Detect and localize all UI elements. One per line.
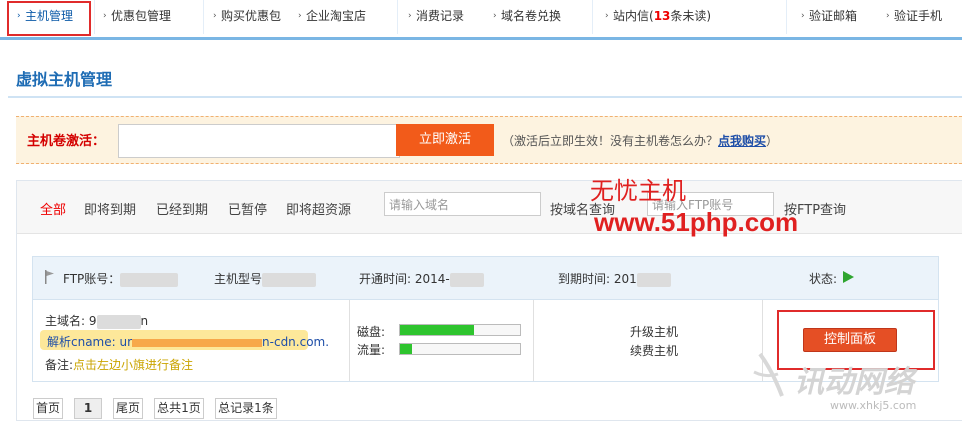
- watermark-url: www.51php.com: [594, 207, 799, 237]
- chevron-right-icon: ›: [298, 11, 302, 21]
- pager-last[interactable]: 尾页: [113, 398, 143, 419]
- cname-record: 解析cname: ur n-cdn.com.: [47, 335, 330, 349]
- watermark-title: 无忧主机: [590, 177, 686, 205]
- filter-expired[interactable]: 已经到期: [156, 199, 208, 218]
- chevron-right-icon: ›: [408, 11, 412, 21]
- traffic-usage-fill: [400, 344, 412, 354]
- tab-buy-coupon[interactable]: › 购买优惠包: [211, 3, 281, 30]
- buy-link[interactable]: 点我购买: [718, 134, 766, 148]
- activation-note: （激活后立即生效！没有主机卷怎么办？点我购买）: [502, 134, 779, 148]
- tab-consumption-records[interactable]: › 消费记录: [406, 3, 464, 30]
- tab-divider: [94, 0, 95, 34]
- activation-code-input[interactable]: [118, 124, 400, 158]
- chevron-right-icon: ›: [213, 11, 217, 21]
- chevron-right-icon: ›: [886, 11, 890, 21]
- disk-label: 磁盘:: [357, 325, 386, 339]
- tab-enterprise-store[interactable]: › 企业淘宝店: [296, 3, 366, 30]
- expire-date: 到期时间: 201: [558, 270, 671, 287]
- traffic-label: 流量:: [357, 343, 386, 357]
- status-label: 状态:: [809, 272, 838, 286]
- tab-divider: [397, 0, 398, 34]
- activation-label: 主机卷激活：: [27, 134, 106, 149]
- upgrade-host-link[interactable]: 升级主机: [630, 323, 678, 340]
- chevron-right-icon: ›: [605, 11, 609, 21]
- primary-domain: 主域名: 9n: [45, 314, 149, 329]
- tab-coupon-management[interactable]: › 优惠包管理: [101, 3, 171, 30]
- redacted-ftp: [120, 272, 179, 287]
- remark: 备注:点击左边小旗进行备注: [45, 358, 194, 372]
- host-card-header: FTP账号： 主机型号 开通时间: 2014- 到期时间: 201 状态:: [33, 257, 938, 300]
- column-divider: [533, 300, 534, 381]
- tab-divider: [592, 0, 593, 34]
- traffic-usage-bar: [399, 343, 521, 355]
- redacted-expire-date: [636, 272, 671, 287]
- top-nav: › 主机管理 › 优惠包管理 › 购买优惠包 › 企业淘宝店 › 消费记录 › 域名卷兑换 …: [0, 0, 962, 40]
- pager-total-records: 总记录1条: [215, 398, 277, 419]
- page-title: 虚拟主机管理: [16, 70, 113, 89]
- open-date: 开通时间: 2014-: [359, 270, 484, 287]
- tab-verify-phone[interactable]: › 验证手机: [884, 3, 942, 30]
- pager-total-pages: 总共1页: [154, 398, 204, 419]
- domain-search-input[interactable]: 请输入域名: [384, 192, 541, 216]
- activation-bar: 主机卷激活： 立即激活 （激活后立即生效！没有主机卷怎么办？点我购买）: [16, 116, 962, 164]
- tab-domain-voucher[interactable]: › 域名卷兑换: [491, 3, 561, 30]
- redacted-cname: [132, 338, 263, 347]
- unread-count: 13: [653, 9, 671, 23]
- highlight-box: [7, 1, 91, 36]
- chevron-right-icon: ›: [103, 11, 107, 21]
- logo-url: www.xhkj5.com: [830, 399, 917, 412]
- tab-divider: [203, 0, 204, 34]
- column-divider: [349, 300, 350, 381]
- chevron-right-icon: ›: [493, 11, 497, 21]
- play-icon: [843, 271, 854, 283]
- pager-current[interactable]: 1: [74, 398, 102, 419]
- chevron-right-icon: ›: [801, 11, 805, 21]
- disk-usage-bar: [399, 324, 521, 336]
- filter-all[interactable]: 全部: [40, 199, 66, 218]
- filter-over-resource[interactable]: 即将超资源: [286, 199, 351, 218]
- title-divider: [8, 96, 962, 98]
- ftp-account: FTP账号：: [63, 270, 179, 287]
- tab-divider: [786, 0, 787, 34]
- host-type: 主机型号: [214, 270, 317, 287]
- filter-paused[interactable]: 已暂停: [228, 199, 267, 218]
- tab-inbox[interactable]: › 站内信(13条未读): [603, 3, 711, 30]
- logo-text: 讯动网络: [794, 365, 918, 400]
- redacted-type: [262, 272, 317, 287]
- renew-host-link[interactable]: 续费主机: [630, 342, 678, 359]
- flag-icon[interactable]: [45, 270, 55, 284]
- redacted-domain: [96, 314, 141, 329]
- activate-now-button[interactable]: 立即激活: [396, 124, 494, 156]
- filter-bar: 全部 即将到期 已经到期 已暂停 即将超资源 请输入域名 按域名查询 请输入FT…: [17, 181, 962, 234]
- tab-verify-email[interactable]: › 验证邮箱: [799, 3, 857, 30]
- redacted-open-date: [449, 272, 484, 287]
- disk-usage-fill: [400, 325, 475, 335]
- filter-expiring[interactable]: 即将到期: [84, 199, 136, 218]
- pager-first[interactable]: 首页: [33, 398, 63, 419]
